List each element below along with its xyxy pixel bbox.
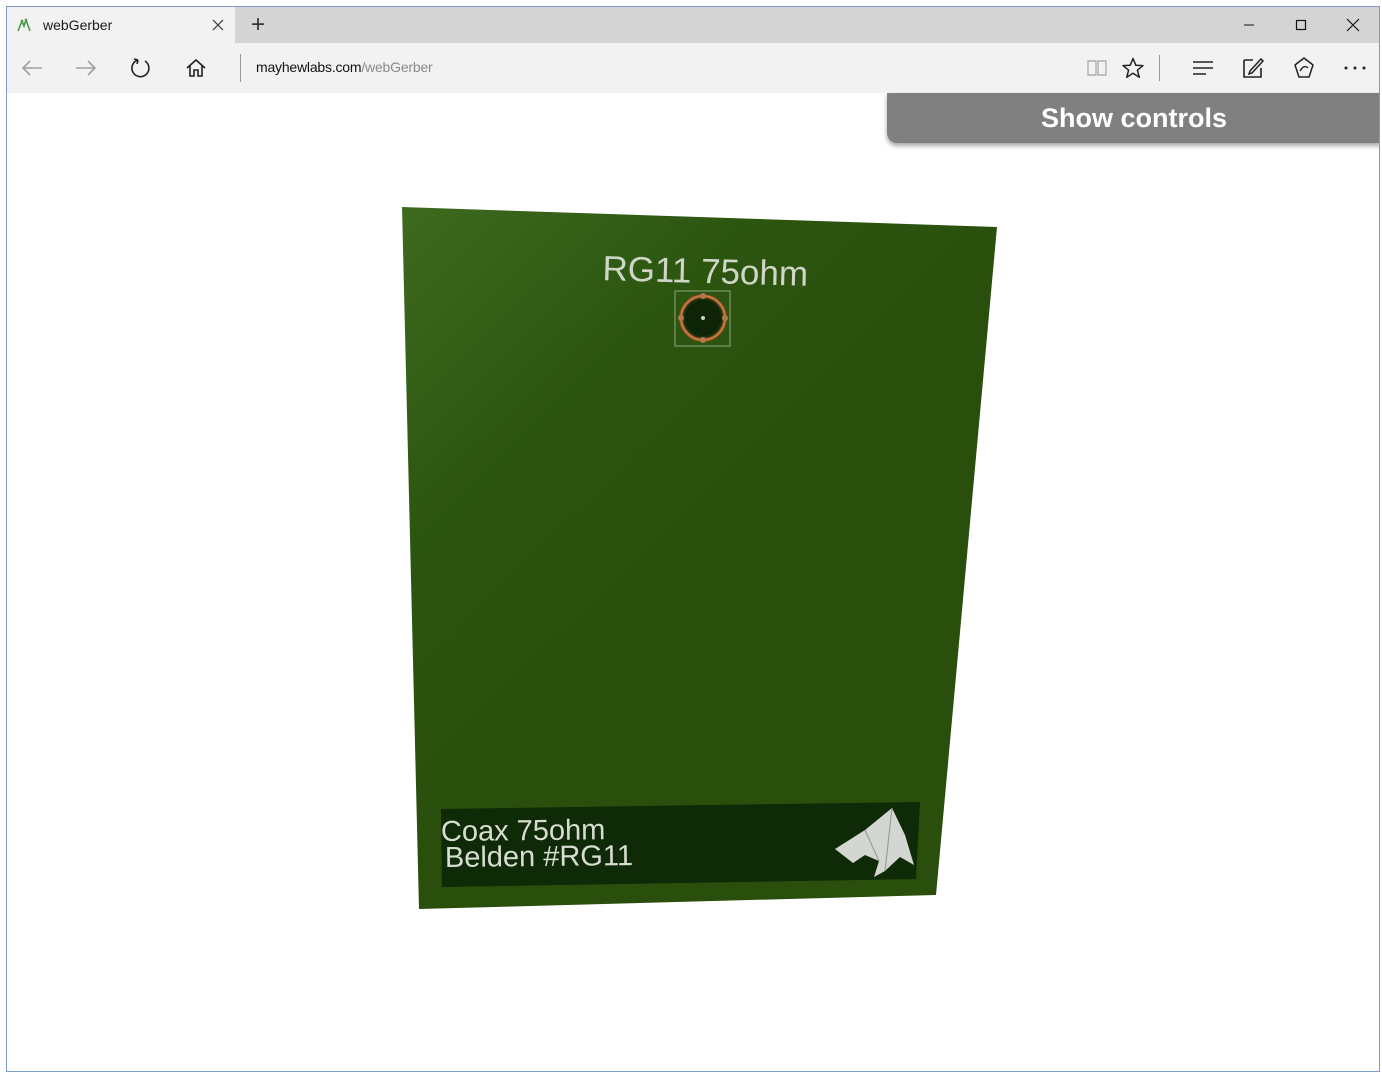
more-icon[interactable] bbox=[1338, 52, 1372, 84]
board-bottom-line2: Belden #RG11 bbox=[445, 840, 633, 874]
reading-view-icon[interactable] bbox=[1080, 52, 1114, 84]
tab-strip: webGerber + bbox=[7, 7, 1379, 43]
page-content: RG11 75ohm Coax 75ohm Belden #RG11 Show … bbox=[7, 93, 1380, 1072]
minimize-button[interactable] bbox=[1223, 7, 1275, 43]
url-host: mayhewlabs.com bbox=[256, 59, 362, 75]
home-icon[interactable] bbox=[179, 52, 213, 84]
new-tab-button[interactable]: + bbox=[243, 10, 273, 40]
refresh-icon[interactable] bbox=[124, 52, 158, 84]
tab-title: webGerber bbox=[43, 17, 113, 33]
webgerber-icon bbox=[15, 16, 33, 34]
close-window-button[interactable] bbox=[1327, 7, 1379, 43]
navigation-bar: mayhewlabs.com/webGerber bbox=[7, 43, 1379, 93]
maximize-button[interactable] bbox=[1275, 7, 1327, 43]
url-path: /webGerber bbox=[361, 59, 433, 75]
star-icon[interactable] bbox=[1116, 52, 1150, 84]
browser-window: webGerber + mayhewlabs.com/webGerber RG1… bbox=[6, 6, 1380, 1072]
address-bar[interactable]: mayhewlabs.com/webGerber bbox=[256, 59, 433, 75]
board-top-label: RG11 75ohm bbox=[602, 249, 809, 294]
address-separator bbox=[240, 54, 241, 82]
hub-icon[interactable] bbox=[1186, 52, 1220, 84]
window-caption-buttons bbox=[1223, 7, 1379, 43]
show-controls-button[interactable]: Show controls bbox=[887, 93, 1379, 143]
close-tab-icon[interactable] bbox=[203, 10, 233, 40]
forward-arrow-icon[interactable] bbox=[69, 52, 103, 84]
pcb-3d-viewer[interactable]: RG11 75ohm Coax 75ohm Belden #RG11 bbox=[7, 93, 1380, 1072]
share-icon[interactable] bbox=[1287, 52, 1321, 84]
tab-webgerber[interactable]: webGerber bbox=[7, 7, 235, 43]
back-arrow-icon[interactable] bbox=[15, 52, 49, 84]
toolbar-separator bbox=[1159, 55, 1160, 81]
web-note-icon[interactable] bbox=[1236, 52, 1270, 84]
